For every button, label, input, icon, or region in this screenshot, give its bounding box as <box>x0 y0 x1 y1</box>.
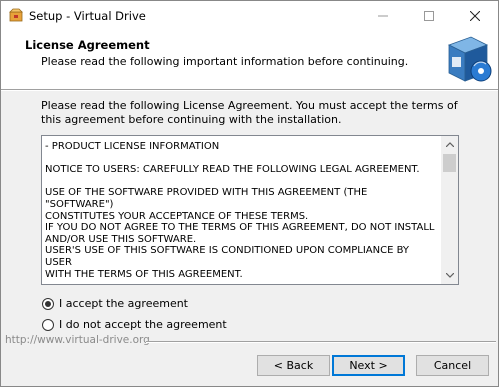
footer-divider <box>146 341 496 343</box>
page-subtitle: Please read the following important info… <box>41 55 409 68</box>
maximize-button[interactable] <box>406 1 452 31</box>
title-bar[interactable]: Setup - Virtual Drive <box>1 1 498 31</box>
page-title: License Agreement <box>25 38 150 52</box>
website-url: http://www.virtual-drive.org <box>5 334 150 346</box>
window-title: Setup - Virtual Drive <box>29 9 146 23</box>
scroll-down-button[interactable] <box>441 267 458 284</box>
wizard-header: License Agreement Please read the follow… <box>1 31 498 89</box>
setup-window: Setup - Virtual Drive License Agreement … <box>0 0 499 387</box>
scroll-thumb[interactable] <box>443 154 456 172</box>
close-icon <box>470 11 480 21</box>
chevron-up-icon <box>445 142 454 147</box>
maximize-icon <box>424 11 434 21</box>
minimize-icon <box>378 15 388 17</box>
minimize-button[interactable] <box>360 1 406 31</box>
decline-radio[interactable] <box>42 318 54 331</box>
close-button[interactable] <box>452 1 498 31</box>
decline-label[interactable]: I do not accept the agreement <box>59 318 227 331</box>
back-button[interactable]: < Back <box>257 355 330 376</box>
header-divider <box>1 89 498 91</box>
installer-box-icon <box>9 8 23 22</box>
accept-radio[interactable] <box>42 297 54 310</box>
cancel-button[interactable]: Cancel <box>416 355 489 376</box>
license-text-area[interactable]: - PRODUCT LICENSE INFORMATION NOTICE TO … <box>41 135 459 285</box>
license-instructions: Please read the following License Agreem… <box>41 99 458 126</box>
license-content: - PRODUCT LICENSE INFORMATION NOTICE TO … <box>45 141 435 280</box>
decline-option[interactable]: I do not accept the agreement <box>42 318 227 331</box>
accept-option[interactable]: I accept the agreement <box>42 297 188 310</box>
chevron-down-icon <box>445 273 454 278</box>
license-scrollbar[interactable] <box>441 136 458 284</box>
accept-label[interactable]: I accept the agreement <box>59 297 188 310</box>
next-button[interactable]: Next > <box>332 355 405 376</box>
software-box-cd-icon <box>447 36 492 82</box>
scroll-up-button[interactable] <box>441 136 458 153</box>
